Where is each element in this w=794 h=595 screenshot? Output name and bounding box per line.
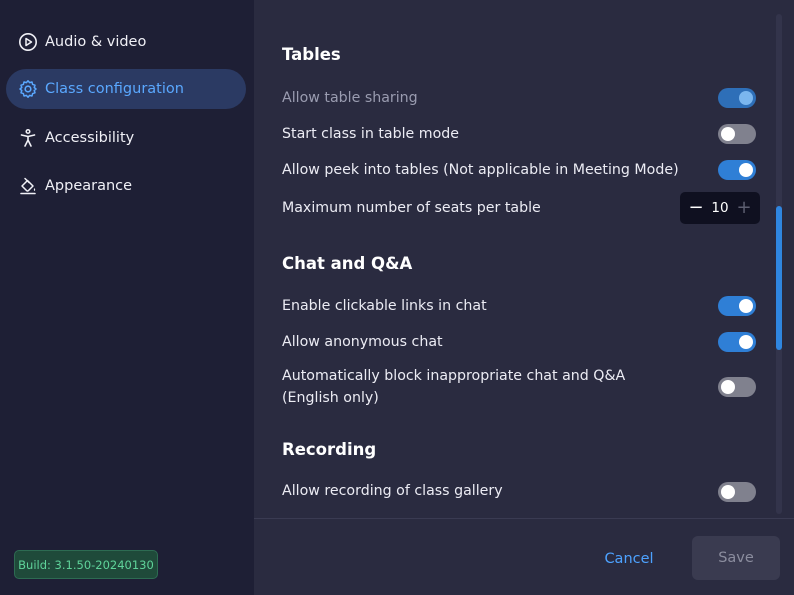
max-seats-label: Maximum number of seats per table: [282, 200, 541, 216]
toggle-knob: [721, 127, 735, 141]
sidebar-item-accessibility[interactable]: Accessibility: [6, 118, 246, 158]
sidebar-item-audio-video[interactable]: Audio & video: [6, 22, 246, 62]
start-table-mode-label: Start class in table mode: [282, 126, 460, 142]
clickable-links-label: Enable clickable links in chat: [282, 298, 487, 314]
section-title-tables: Tables: [282, 45, 341, 64]
sidebar-item-label: Appearance: [45, 178, 133, 194]
seats-value[interactable]: 10: [711, 200, 728, 216]
scrollbar-thumb[interactable]: [776, 206, 782, 350]
sidebar: Audio & video Class configuration Access…: [0, 0, 254, 595]
cancel-button[interactable]: Cancel: [589, 547, 669, 571]
gear-icon: [17, 78, 39, 100]
allow-peek-label: Allow peek into tables (Not applicable i…: [282, 162, 679, 178]
play-circle-icon: [17, 31, 39, 53]
block-inappropriate-toggle[interactable]: [718, 377, 756, 397]
max-seats-stepper: − 10 +: [680, 192, 760, 224]
build-version-badge: Build: 3.1.50-20240130: [14, 550, 158, 579]
sidebar-item-class-configuration[interactable]: Class configuration: [6, 69, 246, 109]
toggle-knob: [739, 163, 753, 177]
allow-peek-toggle[interactable]: [718, 160, 756, 180]
decrement-button[interactable]: −: [688, 199, 704, 217]
anonymous-chat-label: Allow anonymous chat: [282, 334, 443, 350]
toggle-knob: [739, 91, 753, 105]
allow-recording-toggle[interactable]: [718, 482, 756, 502]
toggle-knob: [721, 380, 735, 394]
sidebar-item-appearance[interactable]: Appearance: [6, 166, 246, 206]
toggle-knob: [739, 299, 753, 313]
increment-button[interactable]: +: [736, 199, 752, 217]
section-title-chat: Chat and Q&A: [282, 254, 413, 273]
anonymous-chat-toggle[interactable]: [718, 332, 756, 352]
allow-recording-label: Allow recording of class gallery: [282, 483, 503, 499]
save-button[interactable]: Save: [692, 536, 780, 580]
allow-table-sharing-toggle[interactable]: [718, 88, 756, 108]
toggle-knob: [721, 485, 735, 499]
dialog-footer: Cancel Save: [254, 518, 794, 595]
toggle-knob: [739, 335, 753, 349]
paint-bucket-icon: [17, 175, 39, 197]
accessibility-person-icon: [17, 127, 39, 149]
block-inappropriate-label: Automatically block inappropriate chat a…: [282, 368, 626, 406]
section-title-recording: Recording: [282, 440, 377, 459]
start-table-mode-toggle[interactable]: [718, 124, 756, 144]
settings-panel: Tables Allow table sharing Start class i…: [254, 0, 794, 518]
sidebar-item-label: Accessibility: [45, 130, 135, 146]
sidebar-item-label: Class configuration: [45, 81, 184, 97]
sidebar-item-label: Audio & video: [45, 34, 147, 50]
clickable-links-toggle[interactable]: [718, 296, 756, 316]
allow-table-sharing-label: Allow table sharing: [282, 90, 418, 106]
